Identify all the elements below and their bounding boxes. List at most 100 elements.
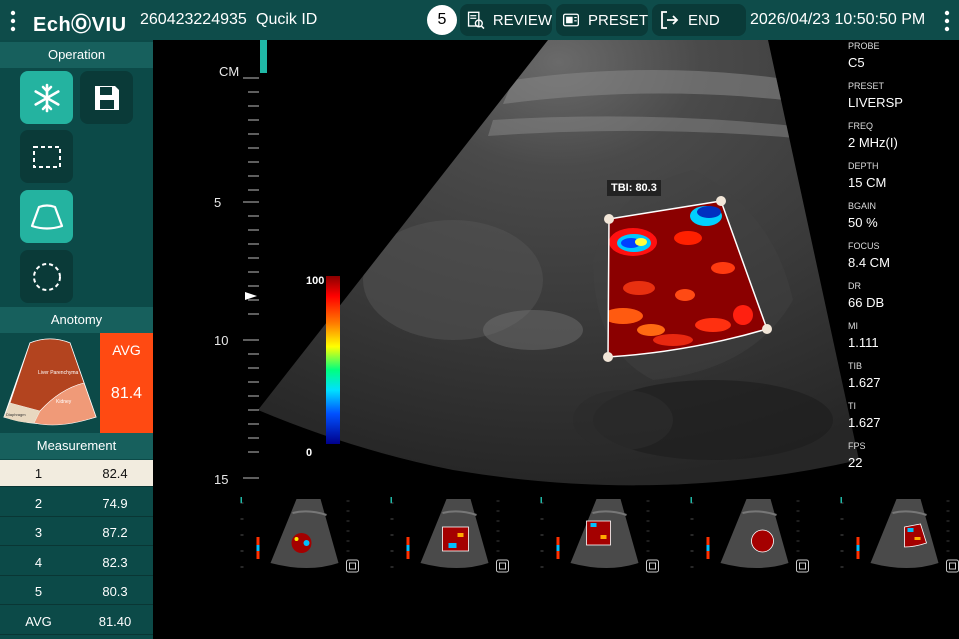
param-dr: DR 66 DB <box>848 281 884 310</box>
measurement-value: 82.4 <box>102 466 128 481</box>
side-menu-icon[interactable] <box>4 8 22 34</box>
param-tib: TIB 1.627 <box>848 361 881 390</box>
rect-roi-button[interactable] <box>20 130 73 183</box>
roi-handle-bottom-right[interactable] <box>762 324 772 334</box>
review-label: REVIEW <box>492 11 552 29</box>
roi-handle-bottom-left[interactable] <box>603 352 613 362</box>
param-key: PROBE <box>848 41 880 51</box>
param-bgain: BGAIN 50 % <box>848 201 878 230</box>
param-value: 50 % <box>848 215 878 230</box>
param-value: 8.4 CM <box>848 255 890 270</box>
anatomy-header: Anotomy <box>0 307 153 333</box>
end-exam-button[interactable]: END <box>652 4 746 36</box>
measurement-index: 5 <box>34 584 43 599</box>
sector-icon <box>30 203 63 230</box>
thumbnail-image[interactable] <box>832 493 959 581</box>
measurement-index: 3 <box>34 525 43 540</box>
anatomy-diagram[interactable]: Liver Parenchyma Kidney Diaphragm <box>0 333 100 433</box>
depth-tick-5: 5 <box>214 195 222 210</box>
param-key: TIB <box>848 361 863 371</box>
param-key: MI <box>848 321 858 331</box>
exit-icon <box>661 11 679 29</box>
thumbnail-image[interactable] <box>682 493 812 581</box>
operation-header: Operation <box>0 42 153 68</box>
param-freq: FREQ 2 MHz(I) <box>848 121 898 150</box>
param-value: C5 <box>848 55 865 70</box>
depth-unit: CM <box>219 64 240 79</box>
param-value: 15 CM <box>848 175 887 190</box>
measurement-value: 81.40 <box>98 613 132 629</box>
review-button[interactable]: REVIEW <box>460 4 552 36</box>
anatomy-diaphragm-label: Diaphragm <box>6 412 26 417</box>
param-mi: MI 1.111 <box>848 321 879 350</box>
measurement-row[interactable]: 1 82.4 <box>0 460 153 487</box>
review-icon <box>467 11 485 30</box>
measurement-row[interactable]: 2 74.9 <box>0 489 153 517</box>
measurement-avg-row: AVG 81.40 <box>0 607 153 635</box>
param-value: 1.627 <box>848 375 881 390</box>
left-panel: Operation Anotomy Liver Parenchyma Kidne… <box>0 40 153 639</box>
app-logo: EchⓄVIU <box>33 14 127 36</box>
more-menu-icon[interactable] <box>938 8 956 34</box>
param-value: 1.111 <box>848 335 879 350</box>
measurement-value: 82.3 <box>102 554 128 570</box>
measurement-value: 80.3 <box>102 584 128 599</box>
param-value: 66 DB <box>848 295 885 310</box>
datetime: 2026/04/23 10:50:50 PM <box>750 11 926 28</box>
end-label: END <box>688 11 720 29</box>
param-key: FREQ <box>848 121 874 131</box>
measurement-index: 4 <box>34 554 43 570</box>
sector-roi-button[interactable] <box>20 190 73 243</box>
focus-marker-icon[interactable] <box>245 292 257 300</box>
snowflake-icon <box>33 83 60 112</box>
param-fps: FPS 22 <box>848 441 866 470</box>
save-icon <box>94 85 119 110</box>
save-image-button[interactable] <box>80 71 133 124</box>
freeze-button[interactable] <box>20 71 73 124</box>
anatomy-liver-label: Liver Parenchyma <box>38 370 79 376</box>
measurement-value: 87.2 <box>102 525 128 540</box>
preset-label: PRESET <box>587 11 648 29</box>
param-focus: FOCUS 8.4 CM <box>848 241 890 270</box>
roi-handle-top-right[interactable] <box>716 196 726 206</box>
thumbnail-image[interactable] <box>382 493 512 581</box>
circle-roi-button[interactable] <box>20 250 73 303</box>
param-value: 2 MHz(I) <box>848 135 898 150</box>
param-key: FOCUS <box>848 241 880 251</box>
patient-id[interactable]: 260423224935 <box>140 11 247 29</box>
thumbnail-image[interactable] <box>532 493 662 581</box>
quick-id-button[interactable]: Qucik ID <box>256 11 317 29</box>
measurement-index: AVG <box>25 613 52 629</box>
thumbnail-image[interactable] <box>232 493 362 581</box>
param-key: PRESET <box>848 81 885 91</box>
param-key: DR <box>848 281 861 291</box>
param-ti: TI 1.627 <box>848 401 881 430</box>
image-count-badge: 5 <box>427 5 457 35</box>
param-value: 22 <box>848 455 863 470</box>
avg-label: AVG <box>112 342 141 358</box>
depth-scrollbar[interactable] <box>260 40 267 73</box>
dashed-circle-icon <box>32 262 61 291</box>
color-scale-bar <box>326 276 340 444</box>
measurement-index: 2 <box>34 495 43 511</box>
depth-tick-10: 10 <box>214 333 229 348</box>
tbi-value-label: TBI: 80.3 <box>607 180 661 196</box>
measurement-row[interactable]: 4 82.3 <box>0 548 153 576</box>
dashed-rectangle-icon <box>32 145 61 168</box>
top-bar: EchⓄVIU 260423224935 Qucik ID 5 REVIEW P… <box>0 0 959 40</box>
param-key: DEPTH <box>848 161 879 171</box>
measurement-row[interactable]: 5 80.3 <box>0 578 153 605</box>
measurement-row[interactable]: 3 87.2 <box>0 519 153 546</box>
param-value: 1.627 <box>848 415 881 430</box>
color-scale-min: 0 <box>306 447 313 459</box>
depth-ruler <box>243 77 259 479</box>
depth-tick-15: 15 <box>214 472 229 487</box>
param-preset: PRESET LIVERSP <box>848 81 903 110</box>
preset-button[interactable]: PRESET <box>556 4 648 36</box>
roi-handle-top-left[interactable] <box>604 214 614 224</box>
param-key: FPS <box>848 441 866 451</box>
param-probe: PROBE C5 <box>848 41 880 70</box>
anatomy-kidney-label: Kidney <box>56 399 72 405</box>
param-value: LIVERSP <box>848 95 903 110</box>
param-key: TI <box>848 401 856 411</box>
